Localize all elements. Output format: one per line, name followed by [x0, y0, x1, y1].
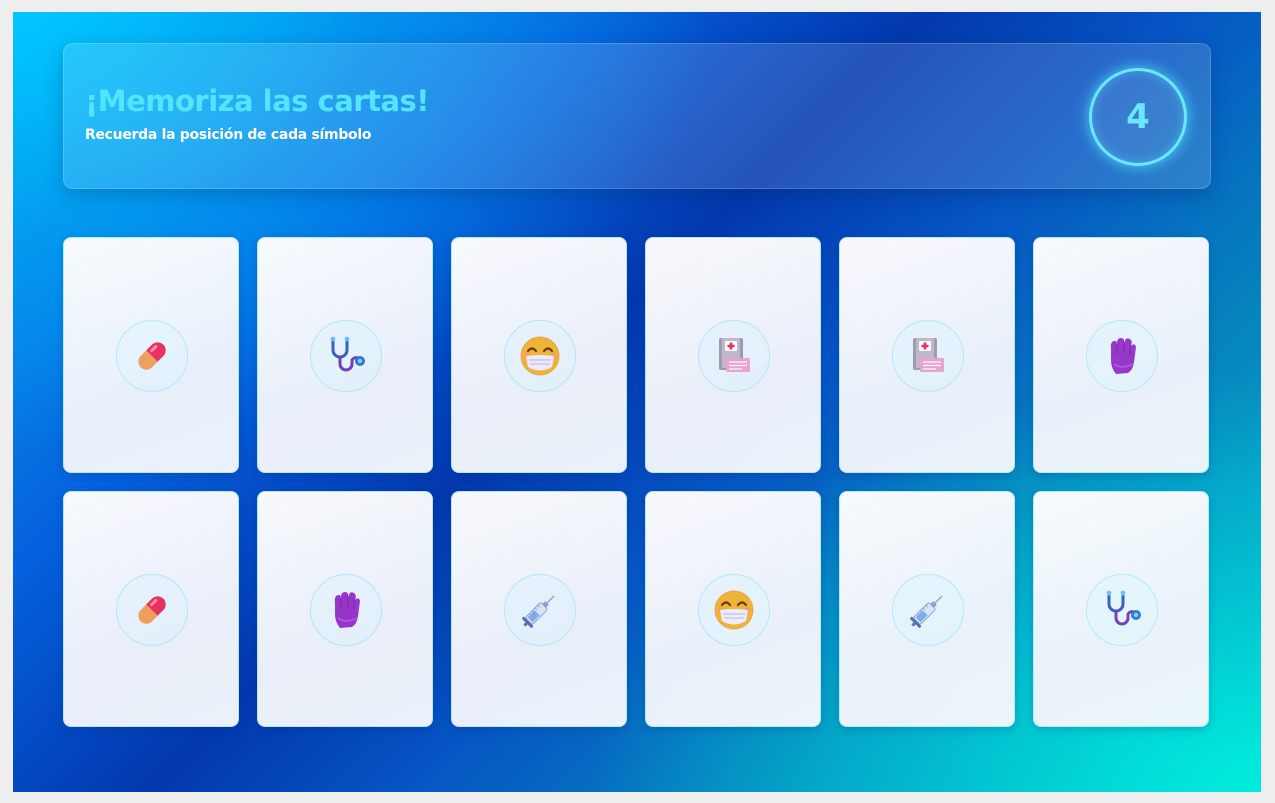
- memory-card[interactable]: [645, 237, 821, 473]
- card-symbol: [892, 574, 964, 646]
- header-panel: ¡Memoriza las cartas! Recuerda la posici…: [63, 43, 1211, 189]
- game-screen: ¡Memoriza las cartas! Recuerda la posici…: [13, 12, 1261, 792]
- memory-card[interactable]: [257, 237, 433, 473]
- card-symbol: [116, 574, 188, 646]
- glove-icon: [1100, 334, 1144, 378]
- medical-record-icon: [712, 334, 756, 378]
- card-symbol: [1086, 320, 1158, 392]
- card-symbol: [310, 320, 382, 392]
- medical-record-icon: [906, 334, 950, 378]
- memory-card[interactable]: [1033, 491, 1209, 727]
- pill-icon: [130, 334, 174, 378]
- face-mask-icon: [518, 334, 562, 378]
- card-symbol: [698, 320, 770, 392]
- memory-card[interactable]: [63, 491, 239, 727]
- page-subtitle: Recuerda la posición de cada símbolo: [85, 127, 372, 143]
- card-symbol: [698, 574, 770, 646]
- card-symbol: [504, 320, 576, 392]
- pill-icon: [130, 588, 174, 632]
- memory-card[interactable]: [839, 237, 1015, 473]
- memory-card[interactable]: [1033, 237, 1209, 473]
- glove-icon: [324, 588, 368, 632]
- card-symbol: [1086, 574, 1158, 646]
- page-title: ¡Memoriza las cartas!: [85, 84, 430, 118]
- memory-card[interactable]: [645, 491, 821, 727]
- memory-card[interactable]: [257, 491, 433, 727]
- syringe-icon: [906, 588, 950, 632]
- memory-card[interactable]: [839, 491, 1015, 727]
- countdown-timer: 4: [1089, 68, 1187, 166]
- memory-card[interactable]: [451, 237, 627, 473]
- countdown-value: 4: [1126, 97, 1150, 137]
- card-symbol: [892, 320, 964, 392]
- memory-card[interactable]: [63, 237, 239, 473]
- stethoscope-icon: [324, 334, 368, 378]
- card-symbol: [504, 574, 576, 646]
- syringe-icon: [518, 588, 562, 632]
- card-symbol: [116, 320, 188, 392]
- face-mask-icon: [712, 588, 756, 632]
- memory-card[interactable]: [451, 491, 627, 727]
- stethoscope-icon: [1100, 588, 1144, 632]
- card-symbol: [310, 574, 382, 646]
